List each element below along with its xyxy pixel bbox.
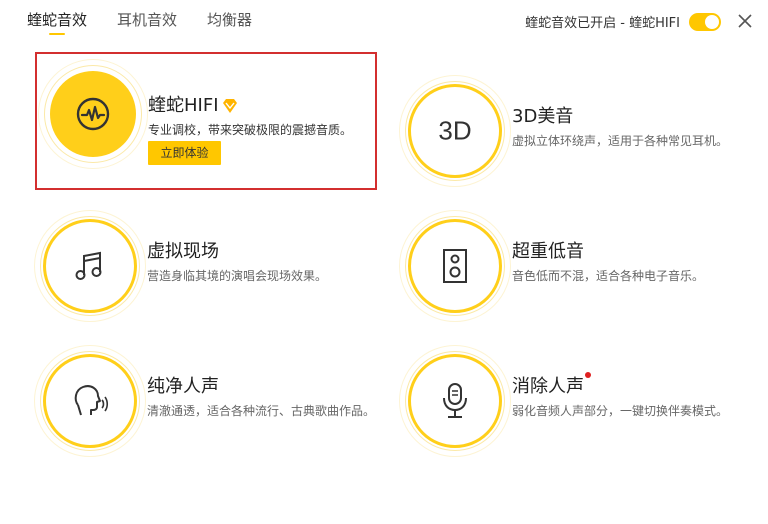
card-description: 营造身临其境的演唱会现场效果。 bbox=[147, 269, 328, 283]
tab-viper-effects[interactable]: 蝰蛇音效 bbox=[27, 9, 87, 35]
speaker-icon bbox=[443, 249, 467, 283]
status-text: 蝰蛇音效已开启 - 蝰蛇HIFI bbox=[525, 16, 680, 31]
card-title: 蝰蛇HIFI bbox=[148, 91, 239, 117]
remove-vocal-icon-circle bbox=[399, 345, 511, 457]
card-pure-vocal[interactable]: 纯净人声 清澈通透，适合各种流行、古典歌曲作品。 bbox=[34, 334, 376, 464]
new-badge-dot bbox=[585, 372, 591, 378]
toggle-knob bbox=[705, 15, 719, 29]
card-remove-vocal[interactable]: 消除人声 弱化音频人声部分，一键切换伴奏模式。 bbox=[399, 334, 740, 464]
vip-diamond-icon bbox=[222, 99, 237, 113]
bass-icon-circle bbox=[399, 210, 511, 322]
card-title: 消除人声 bbox=[512, 372, 591, 398]
card-description: 虚拟立体环绕声，适用于各种常见耳机。 bbox=[512, 134, 729, 148]
tab-equalizer[interactable]: 均衡器 bbox=[207, 9, 252, 30]
card-3d-audio[interactable]: 3D 3D美音 虚拟立体环绕声，适用于各种常见耳机。 bbox=[399, 64, 740, 194]
3d-icon: 3D bbox=[438, 115, 472, 146]
top-bar: 蝰蛇音效 耳机音效 均衡器 蝰蛇音效已开启 - 蝰蛇HIFI bbox=[0, 0, 768, 40]
card-virtual-live[interactable]: 虚拟现场 营造身临其境的演唱会现场效果。 bbox=[34, 199, 375, 329]
card-title: 虚拟现场 bbox=[147, 241, 219, 262]
3d-icon-circle: 3D bbox=[399, 75, 511, 187]
card-description: 弱化音频人声部分，一键切换伴奏模式。 bbox=[512, 404, 729, 418]
virtual-icon-circle bbox=[34, 210, 146, 322]
card-title: 纯净人声 bbox=[147, 376, 219, 397]
card-description: 专业调校，带来突破极限的震撼音质。 bbox=[148, 123, 353, 137]
vocal-icon-circle bbox=[34, 345, 146, 457]
close-icon bbox=[738, 14, 752, 28]
effects-toggle[interactable] bbox=[689, 13, 721, 31]
try-now-button[interactable]: 立即体验 bbox=[148, 141, 221, 165]
card-title: 3D美音 bbox=[512, 106, 574, 127]
waveform-icon bbox=[76, 97, 110, 131]
music-note-icon bbox=[75, 251, 102, 280]
card-super-bass[interactable]: 超重低音 音色低而不混，适合各种电子音乐。 bbox=[399, 199, 740, 329]
microphone-icon bbox=[443, 383, 467, 418]
tab-headphone-effects[interactable]: 耳机音效 bbox=[117, 9, 177, 30]
card-description: 音色低而不混，适合各种电子音乐。 bbox=[512, 269, 705, 283]
card-description: 清澈通透，适合各种流行、古典歌曲作品。 bbox=[147, 404, 376, 418]
active-tab-indicator bbox=[49, 33, 65, 35]
voice-head-icon bbox=[74, 385, 109, 416]
hifi-icon-circle bbox=[38, 59, 148, 169]
card-viper-hifi[interactable]: 蝰蛇HIFI 专业调校，带来突破极限的震撼音质。 立即体验 bbox=[38, 55, 378, 185]
card-title: 超重低音 bbox=[512, 241, 584, 262]
close-button[interactable] bbox=[736, 12, 754, 30]
